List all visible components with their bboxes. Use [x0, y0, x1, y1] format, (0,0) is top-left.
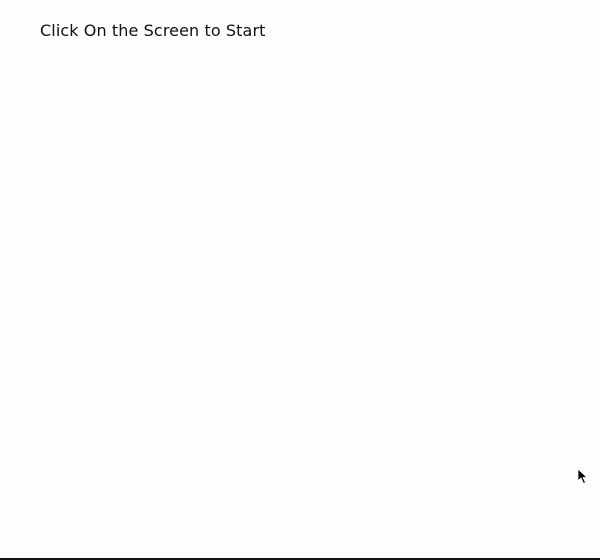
arrow-pointer-icon: [577, 468, 589, 485]
start-prompt: Click On the Screen to Start: [40, 21, 266, 40]
game-screen[interactable]: Click On the Screen to Start: [0, 0, 600, 560]
